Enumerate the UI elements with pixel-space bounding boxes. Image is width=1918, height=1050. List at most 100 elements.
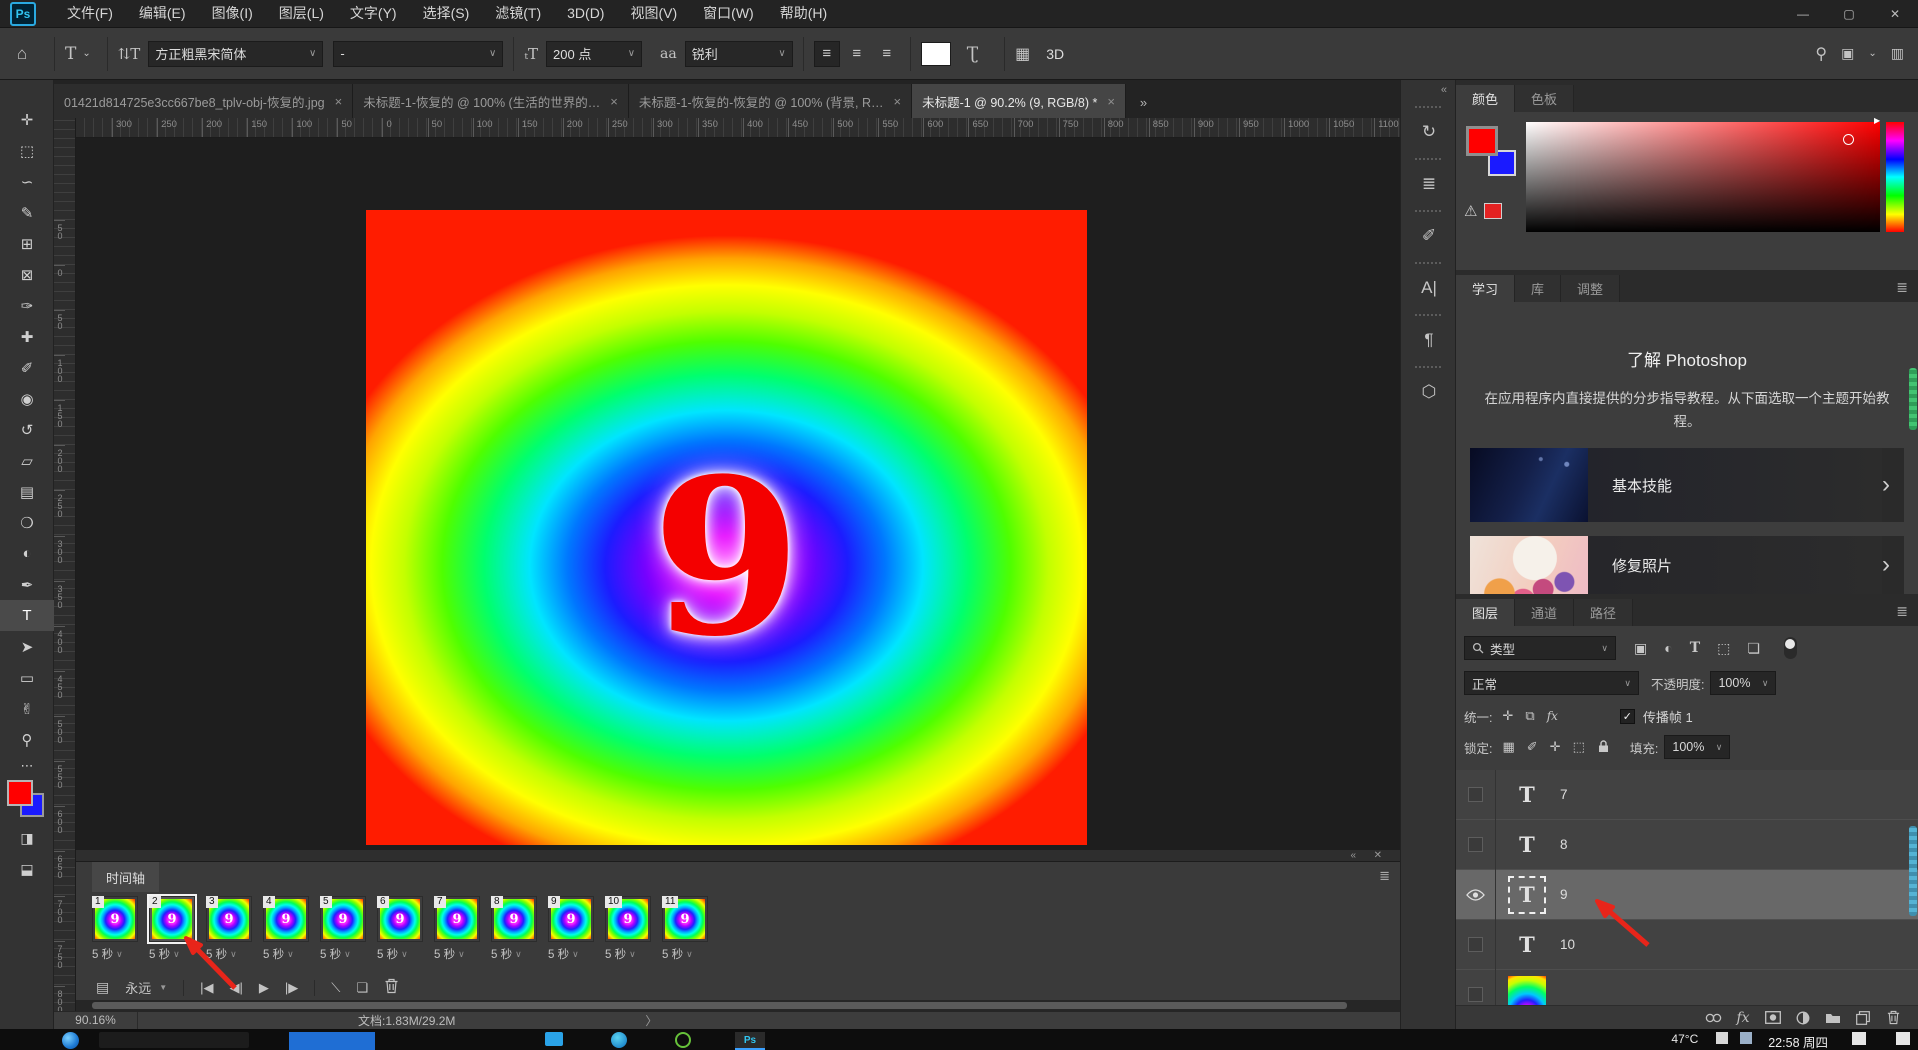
propagate-checkbox[interactable]: ✓	[1620, 709, 1635, 724]
timeline-frame[interactable]: 9 2 5 秒 ∨	[149, 896, 199, 962]
layer-visibility-toggle[interactable]	[1456, 770, 1496, 820]
timeline-frame[interactable]: 9 6 5 秒 ∨	[377, 896, 427, 962]
font-style-select[interactable]: - ∨	[333, 41, 503, 67]
scrollbar-thumb[interactable]	[1909, 368, 1917, 430]
duplicate-frame-button[interactable]: ❏	[356, 980, 368, 996]
play-button[interactable]: ▶	[259, 980, 269, 996]
crop-tool[interactable]: ⊞	[0, 228, 54, 259]
timeline-scrollbar[interactable]	[76, 1000, 1400, 1011]
panel-tab[interactable]: 学习	[1456, 275, 1515, 302]
menu-item[interactable]: 3D(D)	[554, 0, 617, 27]
panel-tab[interactable]: 图层	[1456, 599, 1515, 626]
delete-layer-icon[interactable]	[1878, 1007, 1908, 1029]
tween-button[interactable]: ⟍	[331, 980, 340, 996]
text-color-swatch[interactable]	[921, 42, 951, 66]
tab-close-icon[interactable]: ×	[335, 94, 343, 109]
frame-delay-select[interactable]: 5 秒 ∨	[92, 946, 142, 962]
document-tab[interactable]: 未标题-1-恢复的-恢复的 @ 100% (背景, R… ×	[629, 84, 912, 118]
layer-row[interactable]	[1456, 970, 1918, 1005]
panel-menu-icon[interactable]: ≣	[1896, 603, 1918, 626]
search-icon[interactable]: ⚲	[1815, 44, 1827, 64]
layer-row[interactable]: T 9	[1456, 870, 1918, 920]
frame-delay-select[interactable]: 5 秒 ∨	[320, 946, 370, 962]
hue-slider[interactable]	[1886, 122, 1904, 232]
layer-thumbnail[interactable]: T	[1508, 776, 1546, 814]
learn-card-retouch-photos[interactable]: 修复照片 ›	[1470, 536, 1904, 594]
warp-text-icon[interactable]: Ʈ	[951, 44, 994, 64]
hand-tool[interactable]: ✌	[0, 693, 54, 724]
maximize-button[interactable]: ▢	[1826, 0, 1872, 27]
frame-delay-select[interactable]: 5 秒 ∨	[149, 946, 199, 962]
frame-tool[interactable]: ⊠	[0, 259, 54, 290]
panel-tab[interactable]: 调整	[1561, 275, 1620, 302]
gradient-tool[interactable]: ▤	[0, 476, 54, 507]
layer-mask-icon[interactable]	[1758, 1007, 1788, 1029]
color-swatches[interactable]	[0, 777, 54, 823]
panel-tab[interactable]: 颜色	[1456, 85, 1515, 112]
frame-delay-select[interactable]: 5 秒 ∨	[548, 946, 598, 962]
frame-delay-select[interactable]: 5 秒 ∨	[605, 946, 655, 962]
lock-transparency-icon[interactable]: ▦	[1502, 739, 1514, 755]
panel-dock-icon[interactable]: ▥	[1891, 45, 1904, 62]
text-orientation-icon[interactable]: ⇅T	[118, 45, 149, 63]
menu-item[interactable]: 窗口(W)	[690, 0, 767, 27]
document-tab[interactable]: 未标题-1-恢复的 @ 100% (生活的世界的… ×	[353, 84, 629, 118]
hue-slider-marker[interactable]: ▶	[1874, 116, 1880, 125]
color-swatch-pair[interactable]	[1466, 126, 1522, 186]
eye-icon[interactable]	[1466, 889, 1485, 901]
status-chevron-icon[interactable]: 〉	[645, 1012, 657, 1029]
edit-toolbar-icon[interactable]: ⋯	[0, 755, 54, 777]
taskbar-search-box[interactable]	[99, 1032, 249, 1048]
lock-position-icon[interactable]: ✛	[1550, 739, 1561, 755]
timeline-frame[interactable]: 9 4 5 秒 ∨	[263, 896, 313, 962]
chevron-down-icon[interactable]: ⌄	[1868, 48, 1876, 59]
workspace-icon[interactable]: ▣	[1841, 45, 1854, 62]
unify-position-icon[interactable]: ✛	[1502, 708, 1513, 724]
frame-delay-select[interactable]: 5 秒 ∨	[377, 946, 427, 962]
document-tab[interactable]: 01421d814725e3cc667be8_tplv-obj-恢复的.jpg …	[54, 84, 353, 118]
quick-selection-tool[interactable]: ✎	[0, 197, 54, 228]
character-panel-icon[interactable]: A|	[1401, 262, 1455, 308]
timeline-tab[interactable]: 时间轴	[92, 862, 159, 892]
next-frame-button[interactable]: |▶	[285, 980, 298, 996]
timeline-menu-icon[interactable]: ≣	[1379, 868, 1390, 884]
filter-pixel-icon[interactable]: ▣	[1634, 640, 1647, 657]
font-family-select[interactable]: 方正粗黑宋简体 ∨	[148, 41, 323, 67]
gamut-warning-swatch[interactable]	[1484, 203, 1502, 219]
layer-visibility-toggle[interactable]	[1456, 820, 1496, 870]
minimize-button[interactable]: —	[1780, 0, 1826, 27]
visibility-checkbox[interactable]	[1468, 937, 1483, 952]
canvas[interactable]: 9	[366, 210, 1087, 845]
align-left-button[interactable]: ≡	[814, 41, 840, 67]
unify-style-icon[interactable]: fx	[1547, 709, 1558, 723]
anti-alias-select[interactable]: 锐利 ∨	[685, 41, 793, 67]
panel-tab[interactable]: 库	[1515, 275, 1561, 302]
timeline-frame[interactable]: 9 5 5 秒 ∨	[320, 896, 370, 962]
layer-row[interactable]: T 8	[1456, 820, 1918, 870]
toggle-panels-icon[interactable]: ▦	[1015, 44, 1030, 64]
zoom-level-field[interactable]: 90.16%	[54, 1012, 138, 1029]
opacity-field[interactable]: 100% ∨	[1710, 671, 1776, 695]
link-layers-icon[interactable]	[1698, 1007, 1728, 1029]
timeline-frame[interactable]: 9 8 5 秒 ∨	[491, 896, 541, 962]
tray-icon[interactable]	[1716, 1032, 1728, 1044]
frame-delay-select[interactable]: 5 秒 ∨	[491, 946, 541, 962]
adjustment-layer-icon[interactable]	[1788, 1007, 1818, 1029]
timeline-frame[interactable]: 9 1 5 秒 ∨	[92, 896, 142, 962]
marquee-tool[interactable]: ⬚	[0, 135, 54, 166]
green-app-icon[interactable]	[675, 1032, 691, 1048]
menu-item[interactable]: 滤镜(T)	[482, 0, 554, 27]
convert-animation-icon[interactable]: ▤	[96, 979, 109, 996]
learn-card-basic-skills[interactable]: 基本技能 ›	[1470, 448, 1904, 522]
align-right-button[interactable]: ≡	[874, 41, 900, 67]
timeline-close-icon[interactable]: ✕	[1374, 850, 1382, 861]
move-tool[interactable]: ✛	[0, 104, 54, 135]
filter-smart-object-icon[interactable]: ❏	[1747, 640, 1760, 657]
menu-item[interactable]: 图层(L)	[266, 0, 337, 27]
layer-name[interactable]: 8	[1560, 837, 1568, 852]
layer-visibility-toggle[interactable]	[1456, 870, 1496, 920]
layer-name[interactable]: 7	[1560, 787, 1568, 802]
panel-tab[interactable]: 路径	[1574, 599, 1633, 626]
layer-filter-select[interactable]: 类型 ∨	[1464, 636, 1616, 660]
layer-thumbnail[interactable]: T	[1508, 926, 1546, 964]
